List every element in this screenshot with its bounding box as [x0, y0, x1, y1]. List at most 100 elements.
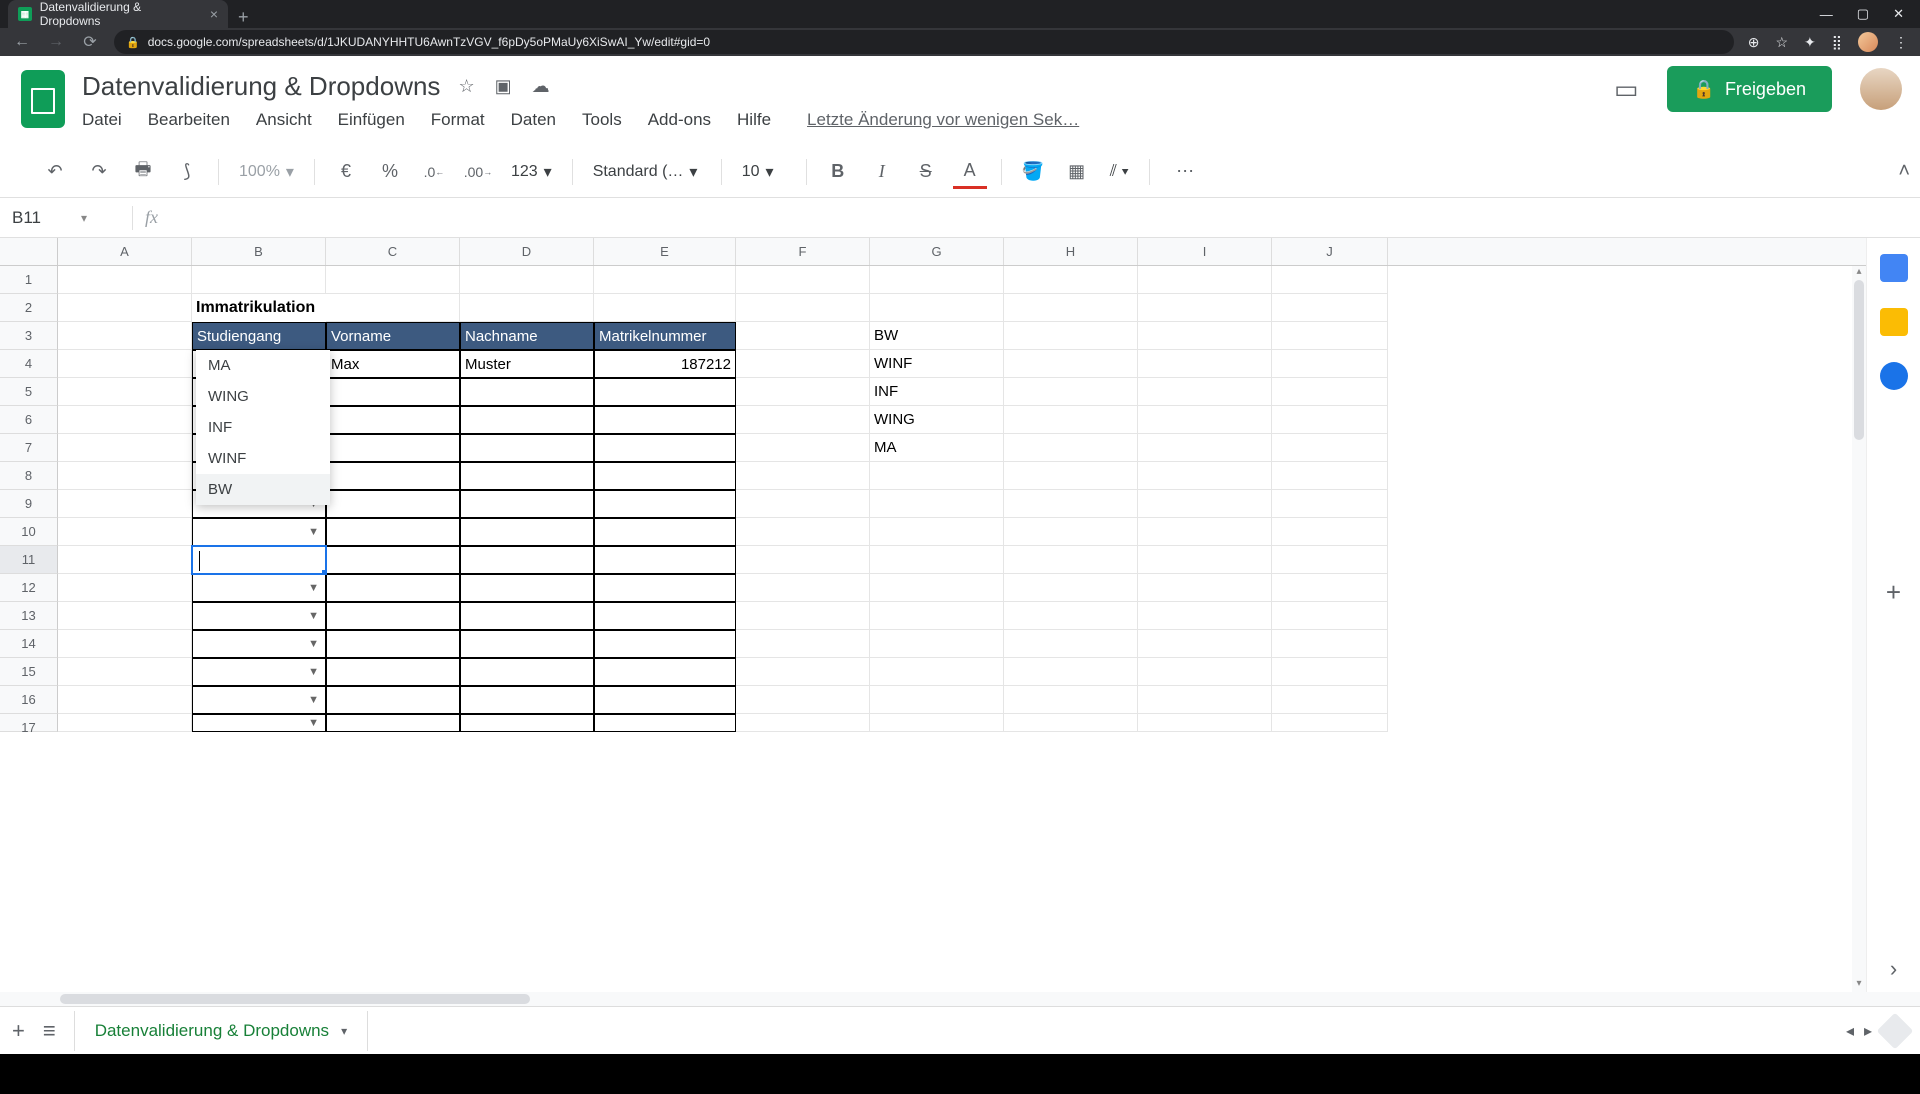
cell[interactable] — [736, 546, 870, 574]
cell[interactable] — [1004, 322, 1138, 350]
row-header[interactable]: 5 — [0, 378, 58, 406]
percent-button[interactable]: % — [373, 155, 407, 189]
redo-icon[interactable]: ↷ — [82, 155, 116, 189]
tab-scroll-left-icon[interactable]: ◂ — [1846, 1021, 1854, 1041]
cell[interactable]: BW — [870, 322, 1004, 350]
dropdown-arrow-icon[interactable]: ▼ — [308, 574, 319, 602]
cell[interactable] — [870, 574, 1004, 602]
cell[interactable] — [58, 322, 192, 350]
cell[interactable] — [594, 518, 736, 546]
dropdown-arrow-icon[interactable]: ▼ — [308, 714, 319, 732]
menu-tools[interactable]: Tools — [582, 110, 622, 130]
cell[interactable] — [1004, 574, 1138, 602]
cell[interactable] — [326, 294, 460, 322]
cell[interactable] — [1004, 602, 1138, 630]
dropdown-arrow-icon[interactable]: ▼ — [308, 658, 319, 686]
increase-decimal-button[interactable]: .00→ — [461, 155, 495, 189]
cell[interactable] — [58, 658, 192, 686]
cell[interactable] — [460, 266, 594, 294]
cell[interactable] — [58, 686, 192, 714]
cell[interactable] — [1272, 406, 1388, 434]
row-header[interactable]: 6 — [0, 406, 58, 434]
cell[interactable] — [1138, 294, 1272, 322]
document-title[interactable]: Datenvalidierung & Dropdowns — [82, 71, 440, 102]
cell[interactable] — [1004, 294, 1138, 322]
dropdown-arrow-icon[interactable]: ▼ — [308, 686, 319, 714]
cell[interactable] — [460, 546, 594, 574]
cell[interactable]: ▼ — [192, 574, 326, 602]
keep-icon[interactable] — [1880, 308, 1908, 336]
col-header[interactable]: E — [594, 238, 736, 265]
new-tab-button[interactable]: + — [228, 7, 259, 28]
cell[interactable] — [594, 686, 736, 714]
cell[interactable] — [1272, 322, 1388, 350]
cell[interactable] — [1004, 462, 1138, 490]
col-header[interactable]: A — [58, 238, 192, 265]
decrease-decimal-button[interactable]: .0← — [417, 155, 451, 189]
cell[interactable] — [326, 658, 460, 686]
cell[interactable]: ▼ — [192, 686, 326, 714]
cell[interactable] — [58, 602, 192, 630]
cell[interactable] — [1138, 322, 1272, 350]
dropdown-option[interactable]: WINF — [196, 443, 330, 474]
account-avatar[interactable] — [1860, 68, 1902, 110]
move-icon[interactable]: ▣ — [495, 76, 512, 97]
cell[interactable] — [1138, 490, 1272, 518]
cell[interactable] — [460, 630, 594, 658]
cell[interactable] — [870, 462, 1004, 490]
cell[interactable] — [1272, 294, 1388, 322]
cell[interactable] — [1272, 602, 1388, 630]
cell[interactable] — [1138, 434, 1272, 462]
cell[interactable] — [460, 574, 594, 602]
cell[interactable] — [1004, 350, 1138, 378]
menu-addons[interactable]: Add-ons — [648, 110, 711, 130]
cell[interactable] — [736, 350, 870, 378]
add-sidepanel-icon[interactable]: + — [1886, 577, 1901, 608]
row-header[interactable]: 8 — [0, 462, 58, 490]
menu-edit[interactable]: Bearbeiten — [148, 110, 230, 130]
cell[interactable] — [870, 518, 1004, 546]
col-header[interactable]: C — [326, 238, 460, 265]
profile-avatar-small[interactable] — [1858, 32, 1878, 52]
row-header[interactable]: 7 — [0, 434, 58, 462]
cell[interactable] — [870, 658, 1004, 686]
cell[interactable] — [1004, 266, 1138, 294]
url-field[interactable]: 🔒 docs.google.com/spreadsheets/d/1JKUDAN… — [114, 30, 1734, 54]
row-header[interactable]: 9 — [0, 490, 58, 518]
cell[interactable] — [594, 602, 736, 630]
cell[interactable] — [736, 602, 870, 630]
cell[interactable] — [460, 490, 594, 518]
row-header[interactable]: 16 — [0, 686, 58, 714]
cell[interactable] — [870, 266, 1004, 294]
col-header[interactable]: F — [736, 238, 870, 265]
tab-scroll-right-icon[interactable]: ▸ — [1864, 1021, 1872, 1041]
menu-format[interactable]: Format — [431, 110, 485, 130]
browser-menu-icon[interactable]: ⋮ — [1894, 34, 1908, 51]
window-close-icon[interactable]: ✕ — [1893, 6, 1904, 22]
cell[interactable] — [1272, 630, 1388, 658]
sheet-tab[interactable]: Datenvalidierung & Dropdowns ▾ — [74, 1011, 368, 1051]
cell[interactable] — [1138, 630, 1272, 658]
cell[interactable] — [192, 546, 326, 574]
window-maximize-icon[interactable]: ▢ — [1857, 6, 1869, 22]
cell[interactable] — [326, 602, 460, 630]
col-header[interactable]: H — [1004, 238, 1138, 265]
cell[interactable] — [58, 434, 192, 462]
close-tab-icon[interactable]: × — [210, 6, 218, 22]
cell[interactable] — [870, 602, 1004, 630]
cell[interactable] — [460, 602, 594, 630]
cell[interactable] — [326, 574, 460, 602]
cell[interactable] — [1138, 462, 1272, 490]
col-header[interactable]: B — [192, 238, 326, 265]
window-minimize-icon[interactable]: — — [1820, 7, 1833, 22]
text-color-icon[interactable]: A — [953, 155, 987, 189]
bookmark-icon[interactable]: ☆ — [1775, 34, 1788, 51]
cell[interactable] — [1004, 546, 1138, 574]
cell[interactable] — [594, 630, 736, 658]
star-icon[interactable]: ☆ — [458, 76, 474, 97]
select-all-corner[interactable] — [0, 238, 58, 265]
cell[interactable] — [1004, 490, 1138, 518]
extensions-icon[interactable]: ✦ — [1804, 34, 1816, 51]
cell[interactable] — [326, 462, 460, 490]
cell[interactable] — [58, 406, 192, 434]
